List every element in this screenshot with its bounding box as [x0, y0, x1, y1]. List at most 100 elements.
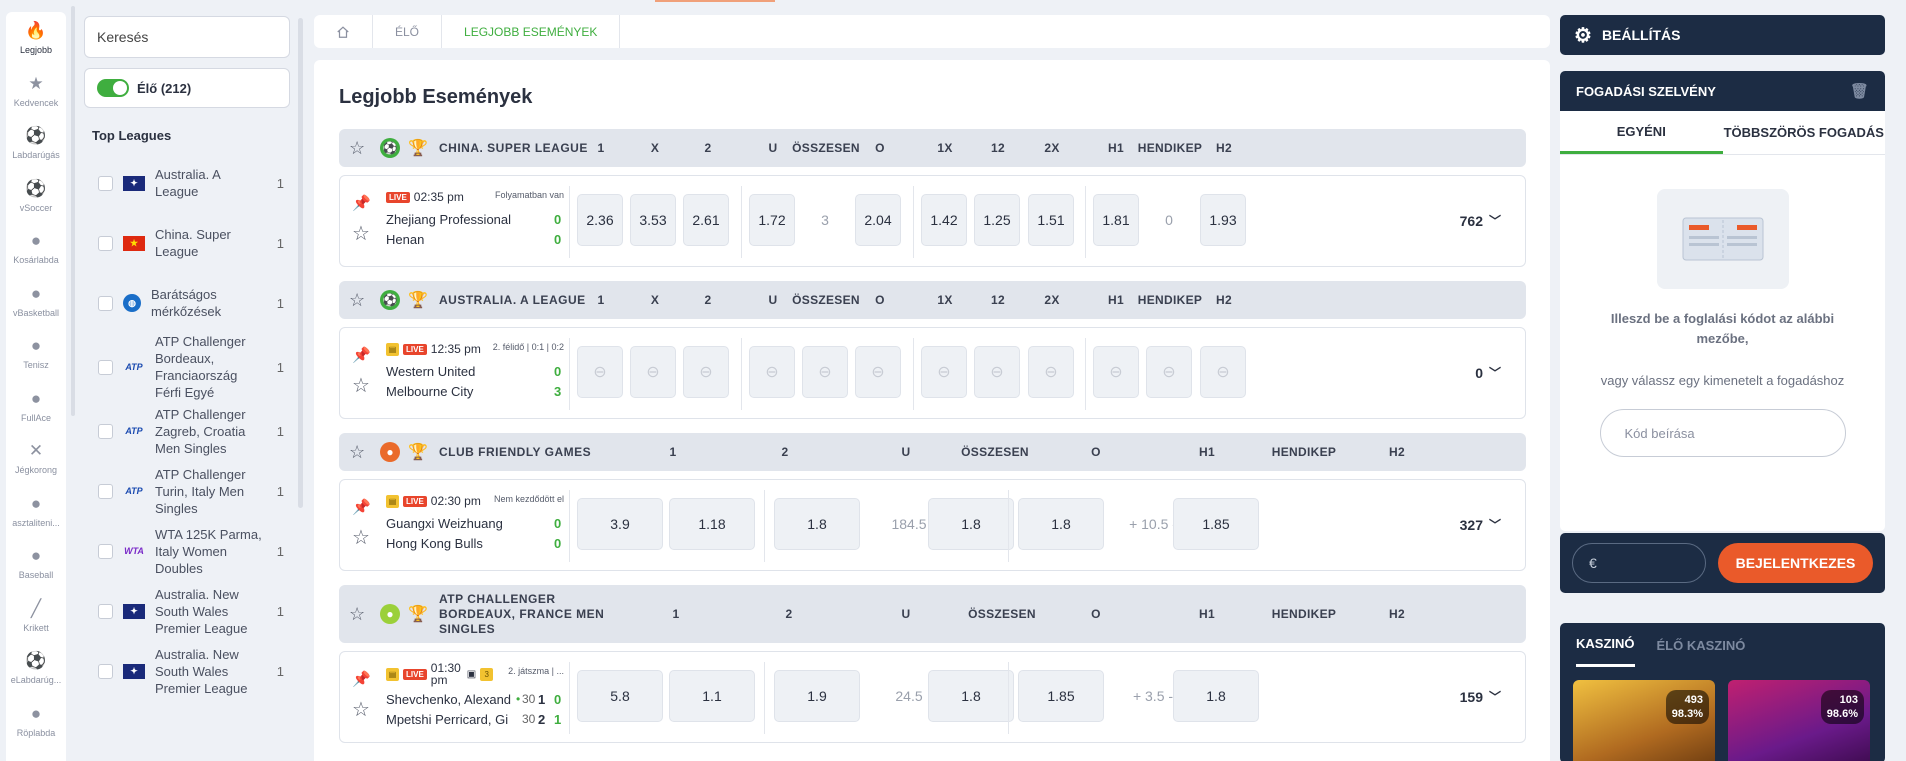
pin-icon[interactable]: 📌: [352, 194, 371, 212]
sport-rail-item[interactable]: ● Baseball: [6, 537, 66, 590]
au-flag-icon: ✦: [123, 663, 145, 679]
event-status: 2. félidő | 0:1 | 0:2: [492, 342, 564, 352]
league-item[interactable]: ✦ Australia. New South Wales Premier Leag…: [74, 581, 294, 641]
breadcrumb-live[interactable]: ÉLŐ: [373, 15, 443, 48]
star-icon[interactable]: ☆: [352, 373, 370, 398]
breadcrumb-home[interactable]: [314, 15, 373, 48]
odd-button[interactable]: 2.36: [577, 194, 623, 246]
star-icon[interactable]: ☆: [352, 221, 370, 246]
league-item[interactable]: ◍ Barátságos mérkőzések 1: [74, 273, 294, 333]
odd-button[interactable]: 2.61: [683, 194, 729, 246]
sport-rail-item[interactable]: ● asztaliteni...: [6, 485, 66, 538]
vbasketball-icon: ●: [30, 283, 42, 303]
league-item[interactable]: WTA WTA 125K Parma, Italy Women Doubles 1: [74, 521, 294, 581]
sport-rail-item[interactable]: ● Tenisz: [6, 327, 66, 380]
league-checkbox[interactable]: [98, 603, 113, 619]
star-icon[interactable]: ☆: [349, 442, 365, 463]
stake-input[interactable]: €: [1572, 543, 1706, 583]
event-row[interactable]: 📌 ☆ ▤ LIVE 02:30 pm Nem kezdődött el Gua…: [339, 479, 1526, 571]
odd-button[interactable]: 1.8: [1018, 498, 1104, 550]
odd-button[interactable]: 1.8: [928, 670, 1014, 722]
league-checkbox[interactable]: [98, 663, 113, 679]
odd-button[interactable]: 1.51: [1028, 194, 1074, 246]
breadcrumb: ÉLŐ LEGJOBB ESEMÉNYEK: [314, 15, 1550, 48]
tab-single[interactable]: EGYÉNI: [1560, 111, 1723, 154]
booking-code-field[interactable]: [1599, 409, 1846, 457]
odd-button[interactable]: 1.42: [921, 194, 967, 246]
booking-code-input[interactable]: [1624, 425, 1825, 441]
tab-live-casino[interactable]: ÉLŐ KASZINÓ: [1657, 623, 1746, 667]
odd-button[interactable]: 1.1: [669, 670, 755, 722]
odd-button[interactable]: 1.8: [1173, 670, 1259, 722]
sport-rail-item[interactable]: ⚽ eLabdarúg...: [6, 642, 66, 695]
more-markets[interactable]: 327 ﹀: [1460, 516, 1501, 533]
sport-rail-item[interactable]: ✕ Jégkorong: [6, 432, 66, 485]
star-icon[interactable]: ☆: [349, 604, 365, 625]
sport-rail-item[interactable]: ★ Kedvencek: [6, 65, 66, 118]
pin-icon[interactable]: 📌: [352, 670, 371, 688]
league-header: ☆ ● 🏆 CLUB FRIENDLY GAMES 1 2 U ÖSSZESEN…: [339, 433, 1526, 471]
star-icon[interactable]: ☆: [352, 697, 370, 722]
league-checkbox[interactable]: [98, 423, 113, 439]
odd-button[interactable]: 1.18: [669, 498, 755, 550]
league-item[interactable]: ✦ Australia. A League 1: [74, 153, 294, 213]
odd-button[interactable]: 1.8: [928, 498, 1014, 550]
sport-rail-item[interactable]: ⚽ Labdarúgás: [6, 117, 66, 170]
odd-button[interactable]: 1.72: [749, 194, 795, 246]
star-icon[interactable]: ☆: [349, 138, 365, 159]
pin-icon[interactable]: 📌: [352, 346, 371, 364]
trash-icon[interactable]: 🗑: [1850, 82, 1869, 100]
more-markets[interactable]: 159 ﹀: [1460, 688, 1501, 705]
sidebar-scrollbar[interactable]: [298, 18, 303, 508]
sport-rail-item[interactable]: ╱ Krikett: [6, 590, 66, 643]
login-button[interactable]: BEJELENTKEZES: [1718, 543, 1873, 583]
odd-button[interactable]: 5.8: [577, 670, 663, 722]
event-row[interactable]: 📌 ☆ LIVE 02:35 pm Folyamatban van Zhejia…: [339, 175, 1526, 267]
odd-button[interactable]: 1.8: [774, 498, 860, 550]
live-filter[interactable]: Élő (212): [84, 68, 290, 108]
league-checkbox[interactable]: [98, 235, 113, 251]
sport-rail-item[interactable]: ● Kosárlabda: [6, 222, 66, 275]
league-checkbox[interactable]: [98, 543, 113, 559]
odd-button[interactable]: 2.04: [855, 194, 901, 246]
sport-rail-item[interactable]: ● FullAce: [6, 380, 66, 433]
league-checkbox[interactable]: [98, 295, 113, 311]
pin-icon[interactable]: 📌: [352, 498, 371, 516]
sport-rail-item[interactable]: ● vBasketball: [6, 275, 66, 328]
au-flag-icon: ✦: [123, 603, 145, 619]
league-item[interactable]: ATP ATP Challenger Turin, Italy Men Singl…: [74, 461, 294, 521]
odd-button[interactable]: 1.93: [1200, 194, 1246, 246]
league-item[interactable]: ATP ATP Challenger Zagreb, Croatia Men Si…: [74, 401, 294, 461]
star-icon[interactable]: ☆: [352, 525, 370, 550]
sport-rail-item[interactable]: ⚽ vSoccer: [6, 170, 66, 223]
tab-casino[interactable]: KASZINÓ: [1576, 623, 1635, 667]
fullace-icon: ●: [30, 388, 42, 408]
odd-button[interactable]: 1.25: [974, 194, 1020, 246]
league-checkbox[interactable]: [98, 483, 113, 499]
league-item[interactable]: ✦ Australia. New South Wales Premier Leag…: [74, 641, 294, 701]
odd-button[interactable]: 1.81: [1093, 194, 1139, 246]
star-icon[interactable]: ☆: [349, 290, 365, 311]
odd-button[interactable]: 3.9: [577, 498, 663, 550]
search-box[interactable]: [84, 16, 290, 58]
sport-rail-item[interactable]: 🔥 Legjobb: [6, 12, 66, 65]
odd-button[interactable]: 1.85: [1018, 670, 1104, 722]
league-item[interactable]: ATP ATP Challenger Bordeaux, Franciaorszá…: [74, 333, 294, 401]
event-row[interactable]: 📌 ☆ ▤ LIVE 01:30 pm ▣ 3 2. játszma | ...…: [339, 651, 1526, 743]
odd-button[interactable]: 1.85: [1173, 498, 1259, 550]
event-row[interactable]: 📌 ☆ ▤ LIVE 12:35 pm 2. félidő | 0:1 | 0:…: [339, 327, 1526, 419]
league-checkbox[interactable]: [98, 175, 113, 191]
casino-game-tile[interactable]: 103 98.6%: [1728, 680, 1870, 761]
casino-game-tile[interactable]: 493 98.3%: [1573, 680, 1715, 761]
odd-button[interactable]: 3.53: [630, 194, 676, 246]
settings-button[interactable]: ⚙ BEÁLLÍTÁS: [1560, 15, 1885, 55]
league-checkbox[interactable]: [98, 359, 113, 375]
odd-button[interactable]: 1.9: [774, 670, 860, 722]
sport-rail-item[interactable]: ● Röplabda: [6, 695, 66, 748]
more-markets[interactable]: 762 ﹀: [1460, 212, 1501, 229]
search-input[interactable]: [97, 29, 278, 45]
more-markets[interactable]: 0 ﹀: [1475, 364, 1501, 381]
league-item[interactable]: ★ China. Super League 1: [74, 213, 294, 273]
tab-multiple[interactable]: TÖBBSZÖRÖS FOGADÁS: [1723, 111, 1886, 154]
live-toggle-switch[interactable]: [97, 79, 129, 97]
